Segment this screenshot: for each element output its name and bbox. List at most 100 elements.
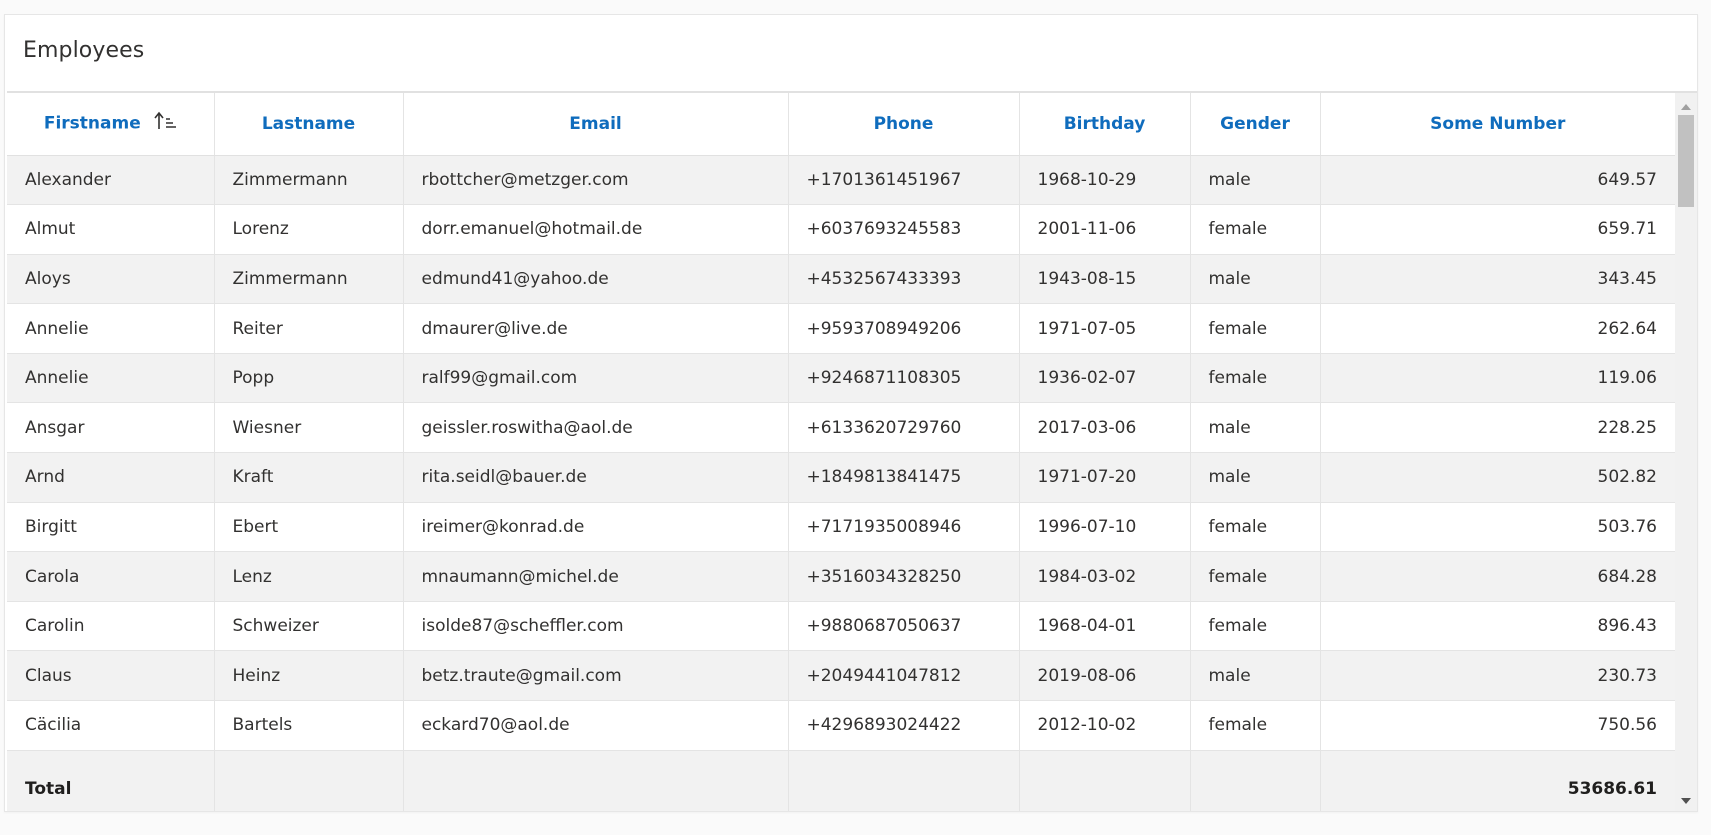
column-header-some-number[interactable]: Some Number — [1320, 93, 1675, 156]
cell-lastname[interactable]: Ebert — [214, 502, 404, 553]
cell-phone[interactable]: +1701361451967 — [788, 155, 1020, 206]
cell-phone[interactable]: +4296893024422 — [788, 700, 1020, 751]
cell-birthday[interactable]: 1936-02-07 — [1019, 353, 1191, 404]
cell-gender[interactable]: female — [1190, 551, 1321, 602]
cell-phone[interactable]: +9246871108305 — [788, 353, 1020, 404]
cell-firstname[interactable]: Carola — [7, 551, 215, 602]
table-row[interactable]: Claus Heinz betz.traute@gmail.com +20494… — [7, 650, 1675, 702]
table-row[interactable]: Carola Lenz mnaumann@michel.de +35160343… — [7, 551, 1675, 602]
cell-birthday[interactable]: 1996-07-10 — [1019, 502, 1191, 553]
cell-phone[interactable]: +9593708949206 — [788, 303, 1020, 354]
table-row[interactable]: Birgitt Ebert ireimer@konrad.de +7171935… — [7, 502, 1675, 553]
cell-some-number[interactable]: 230.73 — [1320, 650, 1675, 702]
cell-email[interactable]: rita.seidl@bauer.de — [403, 452, 789, 503]
cell-email[interactable]: edmund41@yahoo.de — [403, 254, 789, 305]
cell-some-number[interactable]: 659.71 — [1320, 204, 1675, 255]
cell-gender[interactable]: male — [1190, 254, 1321, 305]
scrollbar-thumb[interactable] — [1678, 115, 1694, 207]
cell-gender[interactable]: female — [1190, 303, 1321, 354]
cell-some-number[interactable]: 649.57 — [1320, 155, 1675, 206]
cell-email[interactable]: eckard70@aol.de — [403, 700, 789, 751]
cell-birthday[interactable]: 2001-11-06 — [1019, 204, 1191, 255]
column-header-phone[interactable]: Phone — [788, 93, 1020, 156]
cell-birthday[interactable]: 1968-10-29 — [1019, 155, 1191, 206]
cell-birthday[interactable]: 1984-03-02 — [1019, 551, 1191, 602]
cell-email[interactable]: ralf99@gmail.com — [403, 353, 789, 404]
cell-lastname[interactable]: Zimmermann — [214, 254, 404, 305]
table-row[interactable]: Almut Lorenz dorr.emanuel@hotmail.de +60… — [7, 204, 1675, 255]
cell-phone[interactable]: +1849813841475 — [788, 452, 1020, 503]
cell-firstname[interactable]: Birgitt — [7, 502, 215, 553]
sort-ascending-icon[interactable] — [153, 111, 177, 136]
cell-lastname[interactable]: Reiter — [214, 303, 404, 354]
cell-phone[interactable]: +4532567433393 — [788, 254, 1020, 305]
cell-firstname[interactable]: Carolin — [7, 601, 215, 652]
cell-birthday[interactable]: 1968-04-01 — [1019, 601, 1191, 652]
cell-email[interactable]: geissler.roswitha@aol.de — [403, 402, 789, 454]
cell-some-number[interactable]: 502.82 — [1320, 452, 1675, 503]
cell-some-number[interactable]: 503.76 — [1320, 502, 1675, 553]
chevron-down-icon[interactable] — [1675, 791, 1697, 811]
cell-firstname[interactable]: Claus — [7, 650, 215, 702]
cell-email[interactable]: dorr.emanuel@hotmail.de — [403, 204, 789, 255]
cell-email[interactable]: betz.traute@gmail.com — [403, 650, 789, 702]
cell-lastname[interactable]: Heinz — [214, 650, 404, 702]
cell-phone[interactable]: +7171935008946 — [788, 502, 1020, 553]
table-row[interactable]: Carolin Schweizer isolde87@scheffler.com… — [7, 601, 1675, 652]
cell-some-number[interactable]: 684.28 — [1320, 551, 1675, 602]
cell-lastname[interactable]: Schweizer — [214, 601, 404, 652]
cell-birthday[interactable]: 1943-08-15 — [1019, 254, 1191, 305]
cell-lastname[interactable]: Kraft — [214, 452, 404, 503]
column-header-gender[interactable]: Gender — [1190, 93, 1321, 156]
cell-lastname[interactable]: Wiesner — [214, 402, 404, 454]
cell-firstname[interactable]: Ansgar — [7, 402, 215, 454]
cell-some-number[interactable]: 262.64 — [1320, 303, 1675, 354]
cell-lastname[interactable]: Lorenz — [214, 204, 404, 255]
cell-lastname[interactable]: Popp — [214, 353, 404, 404]
cell-gender[interactable]: female — [1190, 502, 1321, 553]
cell-firstname[interactable]: Cäcilia — [7, 700, 215, 751]
cell-gender[interactable]: female — [1190, 353, 1321, 404]
table-row[interactable]: Arnd Kraft rita.seidl@bauer.de +18498138… — [7, 452, 1675, 503]
cell-some-number[interactable]: 228.25 — [1320, 402, 1675, 454]
chevron-up-icon[interactable] — [1675, 97, 1697, 117]
cell-email[interactable]: rbottcher@metzger.com — [403, 155, 789, 206]
column-header-firstname[interactable]: Firstname — [7, 93, 215, 156]
column-header-email[interactable]: Email — [403, 93, 789, 156]
cell-phone[interactable]: +6037693245583 — [788, 204, 1020, 255]
cell-firstname[interactable]: Alexander — [7, 155, 215, 206]
cell-email[interactable]: isolde87@scheffler.com — [403, 601, 789, 652]
cell-gender[interactable]: female — [1190, 204, 1321, 255]
table-row[interactable]: Annelie Popp ralf99@gmail.com +924687110… — [7, 353, 1675, 404]
cell-email[interactable]: mnaumann@michel.de — [403, 551, 789, 602]
cell-phone[interactable]: +6133620729760 — [788, 402, 1020, 454]
cell-some-number[interactable]: 343.45 — [1320, 254, 1675, 305]
cell-gender[interactable]: male — [1190, 650, 1321, 702]
cell-phone[interactable]: +2049441047812 — [788, 650, 1020, 702]
cell-firstname[interactable]: Almut — [7, 204, 215, 255]
cell-lastname[interactable]: Lenz — [214, 551, 404, 602]
cell-some-number[interactable]: 750.56 — [1320, 700, 1675, 751]
cell-lastname[interactable]: Bartels — [214, 700, 404, 751]
cell-gender[interactable]: female — [1190, 601, 1321, 652]
cell-firstname[interactable]: Annelie — [7, 353, 215, 404]
cell-firstname[interactable]: Aloys — [7, 254, 215, 305]
table-row[interactable]: Ansgar Wiesner geissler.roswitha@aol.de … — [7, 402, 1675, 454]
cell-phone[interactable]: +9880687050637 — [788, 601, 1020, 652]
cell-email[interactable]: dmaurer@live.de — [403, 303, 789, 354]
cell-firstname[interactable]: Annelie — [7, 303, 215, 354]
cell-birthday[interactable]: 1971-07-05 — [1019, 303, 1191, 354]
cell-phone[interactable]: +3516034328250 — [788, 551, 1020, 602]
cell-gender[interactable]: male — [1190, 452, 1321, 503]
cell-birthday[interactable]: 2019-08-06 — [1019, 650, 1191, 702]
vertical-scrollbar[interactable] — [1675, 93, 1697, 811]
cell-birthday[interactable]: 1971-07-20 — [1019, 452, 1191, 503]
cell-birthday[interactable]: 2012-10-02 — [1019, 700, 1191, 751]
column-header-lastname[interactable]: Lastname — [214, 93, 404, 156]
cell-lastname[interactable]: Zimmermann — [214, 155, 404, 206]
table-row[interactable]: Aloys Zimmermann edmund41@yahoo.de +4532… — [7, 254, 1675, 305]
cell-some-number[interactable]: 119.06 — [1320, 353, 1675, 404]
cell-firstname[interactable]: Arnd — [7, 452, 215, 503]
table-row[interactable]: Cäcilia Bartels eckard70@aol.de +4296893… — [7, 700, 1675, 751]
table-row[interactable]: Alexander Zimmermann rbottcher@metzger.c… — [7, 155, 1675, 206]
